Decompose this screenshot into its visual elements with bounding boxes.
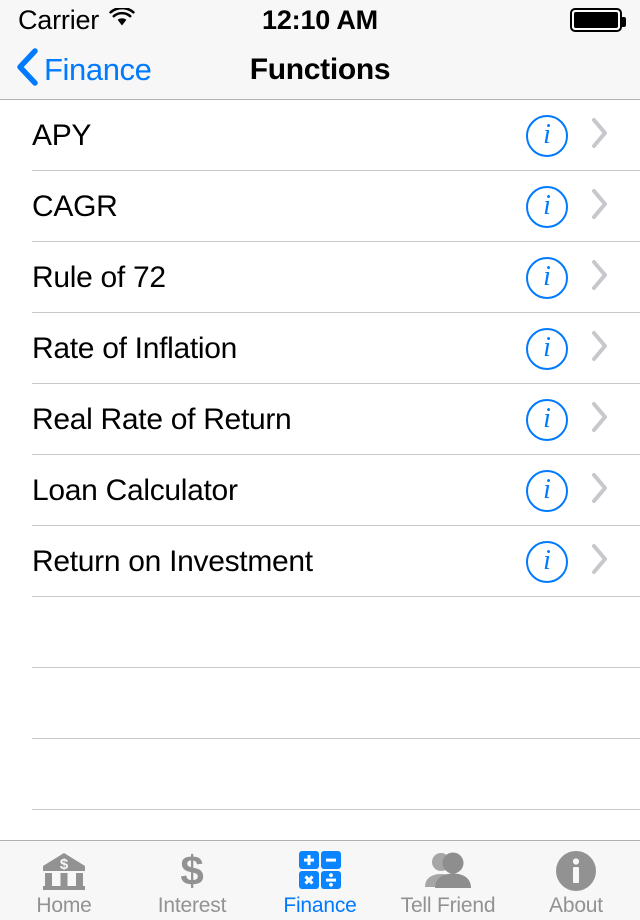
functions-list[interactable]: APY i CAGR i Rule of 72 i Rate of Inflat… bbox=[0, 100, 640, 840]
list-item-label: CAGR bbox=[32, 189, 118, 223]
back-button-label: Finance bbox=[44, 51, 152, 87]
wifi-icon bbox=[109, 6, 135, 33]
list-item-accessories: i bbox=[526, 256, 620, 299]
tab-home-label: Home bbox=[36, 894, 92, 917]
list-item[interactable]: CAGR i bbox=[0, 171, 640, 242]
list-item-label: Real Rate of Return bbox=[32, 402, 292, 436]
chevron-right-icon bbox=[590, 117, 610, 154]
tab-home[interactable]: $ Home bbox=[0, 841, 128, 920]
tab-finance[interactable]: Finance bbox=[256, 841, 384, 920]
chevron-right-icon bbox=[590, 401, 610, 438]
navigation-bar: Finance Functions bbox=[0, 40, 640, 100]
list-item-accessories: i bbox=[526, 398, 620, 441]
calculator-icon bbox=[298, 849, 342, 893]
carrier-label: Carrier bbox=[18, 4, 100, 35]
list-item-label: APY bbox=[32, 118, 92, 152]
tab-about-label: About bbox=[549, 894, 603, 917]
tab-finance-label: Finance bbox=[283, 894, 357, 917]
dollar-sign-icon: $ bbox=[172, 849, 212, 893]
tab-tell-friend[interactable]: Tell Friend bbox=[384, 841, 512, 920]
list-item-label: Rule of 72 bbox=[32, 260, 166, 294]
list-item-accessories: i bbox=[526, 114, 620, 157]
chevron-right-icon bbox=[590, 543, 610, 580]
empty-list-row bbox=[0, 739, 640, 810]
svg-text:$: $ bbox=[60, 856, 69, 873]
tab-tell-friend-label: Tell Friend bbox=[400, 894, 496, 917]
status-bar-left: Carrier bbox=[18, 5, 135, 36]
status-bar: Carrier 12:10 AM bbox=[0, 0, 640, 40]
list-item[interactable]: Real Rate of Return i bbox=[0, 384, 640, 455]
chevron-right-icon bbox=[590, 330, 610, 367]
info-circle-icon[interactable]: i bbox=[526, 469, 568, 512]
list-item[interactable]: APY i bbox=[0, 100, 640, 171]
list-item-label: Rate of Inflation bbox=[32, 331, 238, 365]
back-button[interactable]: Finance bbox=[0, 47, 152, 92]
list-item[interactable]: Return on Investment i bbox=[0, 526, 640, 597]
status-bar-right bbox=[570, 8, 626, 32]
bank-building-icon: $ bbox=[41, 849, 87, 893]
empty-list-row bbox=[0, 668, 640, 739]
app-screen: Carrier 12:10 AM Finance Functions APY i… bbox=[0, 0, 640, 920]
empty-list-row bbox=[0, 597, 640, 668]
svg-text:$: $ bbox=[180, 849, 203, 893]
info-circle-icon[interactable]: i bbox=[526, 185, 568, 228]
chevron-right-icon bbox=[590, 472, 610, 509]
list-item[interactable]: Loan Calculator i bbox=[0, 455, 640, 526]
list-item-label: Return on Investment bbox=[32, 544, 313, 578]
list-item-accessories: i bbox=[526, 327, 620, 370]
info-circle-icon[interactable]: i bbox=[526, 327, 568, 370]
list-item-accessories: i bbox=[526, 540, 620, 583]
list-item[interactable]: Rate of Inflation i bbox=[0, 313, 640, 384]
list-item-accessories: i bbox=[526, 185, 620, 228]
info-circle-icon[interactable]: i bbox=[526, 256, 568, 299]
battery-full-icon bbox=[570, 8, 626, 32]
list-item[interactable]: Rule of 72 i bbox=[0, 242, 640, 313]
list-item-label: Loan Calculator bbox=[32, 473, 238, 507]
tab-bar: $ Home $ Interest Finance Tell Friend Ab… bbox=[0, 840, 640, 920]
tab-interest[interactable]: $ Interest bbox=[128, 841, 256, 920]
info-circle-filled-icon bbox=[554, 849, 598, 893]
info-circle-icon[interactable]: i bbox=[526, 114, 568, 157]
list-item-accessories: i bbox=[526, 469, 620, 512]
tab-interest-label: Interest bbox=[157, 894, 227, 917]
chevron-right-icon bbox=[590, 259, 610, 296]
tab-about[interactable]: About bbox=[512, 841, 640, 920]
chevron-right-icon bbox=[590, 188, 610, 225]
chevron-left-icon bbox=[14, 47, 40, 92]
info-circle-icon[interactable]: i bbox=[526, 540, 568, 583]
info-circle-icon[interactable]: i bbox=[526, 398, 568, 441]
two-people-icon bbox=[423, 849, 473, 893]
